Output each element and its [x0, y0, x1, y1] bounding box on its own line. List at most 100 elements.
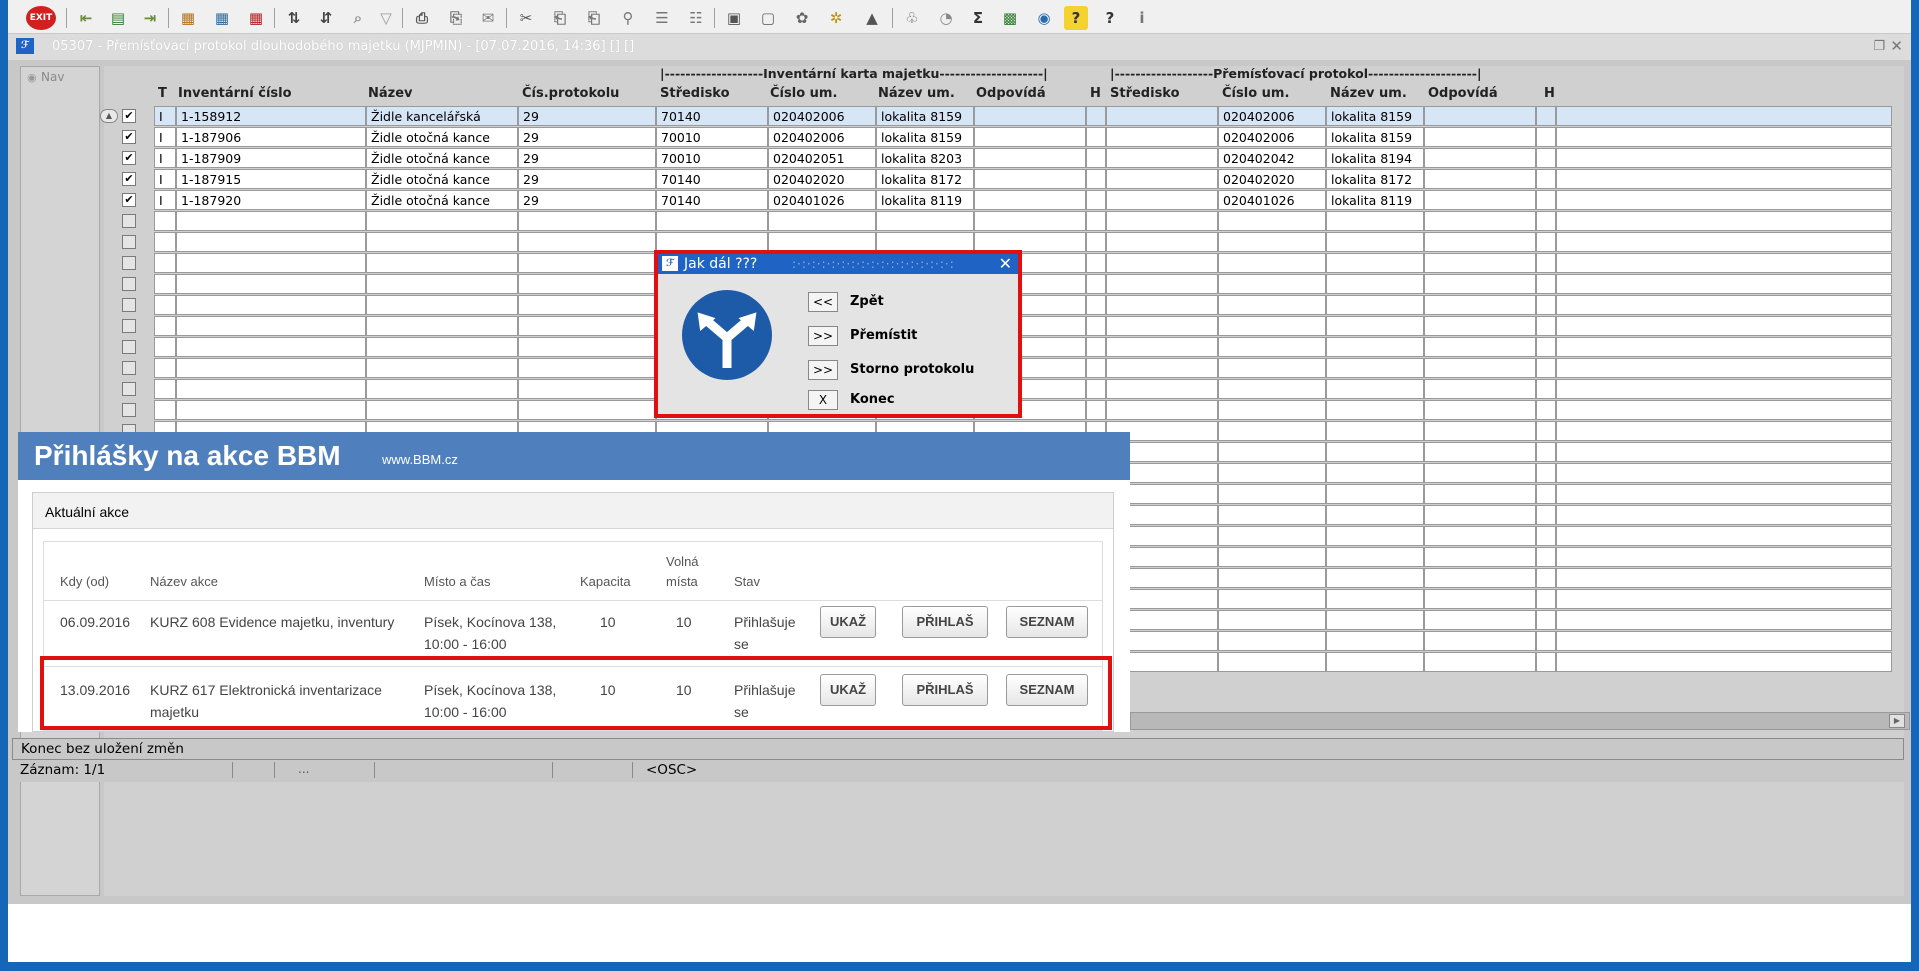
table-cell-newh[interactable]: [1536, 400, 1556, 420]
table-cell-extra[interactable]: [1556, 547, 1892, 567]
table-cell-newh[interactable]: [1536, 652, 1556, 672]
table-cell-newlocname[interactable]: [1326, 610, 1424, 630]
row-checkbox[interactable]: [122, 214, 136, 228]
table-cell-inv[interactable]: 1-187906: [176, 127, 366, 147]
sort-ascending-icon[interactable]: ⇅: [282, 6, 306, 30]
table-cell-inv[interactable]: 1-187915: [176, 169, 366, 189]
table-cell-newlocname[interactable]: [1326, 505, 1424, 525]
table-cell-loc[interactable]: [768, 211, 876, 231]
table-cell-extra[interactable]: [1556, 505, 1892, 525]
signup-event-button[interactable]: PŘIHLAŠ: [902, 606, 988, 638]
sum-icon[interactable]: Σ: [966, 6, 990, 30]
paste-icon[interactable]: ⎗: [582, 6, 606, 30]
table-cell-locname[interactable]: lokalita 8203: [876, 148, 974, 168]
scroll-up-icon[interactable]: ▲: [100, 109, 118, 123]
table-cell-protocol[interactable]: 29: [518, 148, 656, 168]
table-cell-inv[interactable]: 1-187920: [176, 190, 366, 210]
table-cell-loc[interactable]: [768, 232, 876, 252]
end-button[interactable]: X: [808, 390, 838, 410]
dialog-close-icon[interactable]: ✕: [999, 254, 1012, 274]
table-cell-extra[interactable]: [1556, 148, 1892, 168]
table-cell-name[interactable]: [366, 358, 518, 378]
help-topic-icon[interactable]: ?: [1064, 6, 1088, 30]
table-cell-protocol[interactable]: [518, 274, 656, 294]
row-checkbox[interactable]: [122, 298, 136, 312]
table-cell-extra[interactable]: [1556, 295, 1892, 315]
table-cell-newh[interactable]: [1536, 337, 1556, 357]
table-cell-newresp[interactable]: [1424, 358, 1536, 378]
table-cell-newcenter[interactable]: [1106, 211, 1218, 231]
col-header-center[interactable]: Středisko: [660, 86, 730, 101]
table-cell-inv[interactable]: [176, 358, 366, 378]
col-header-new-location-number[interactable]: Číslo um.: [1222, 86, 1289, 101]
table-cell-newresp[interactable]: [1424, 547, 1536, 567]
table-cell-name[interactable]: [366, 295, 518, 315]
table-cell-newh[interactable]: [1536, 232, 1556, 252]
table-cell-newlocname[interactable]: [1326, 568, 1424, 588]
table-cell-protocol[interactable]: 29: [518, 127, 656, 147]
delete-record-icon[interactable]: ▦: [244, 6, 268, 30]
table-cell-extra[interactable]: [1556, 169, 1892, 189]
table-cell-extra[interactable]: [1556, 631, 1892, 651]
row-checkbox[interactable]: [122, 319, 136, 333]
col-header-location-name[interactable]: Název um.: [878, 86, 955, 101]
row-checkbox[interactable]: [122, 403, 136, 417]
table-cell-newloc[interactable]: [1218, 253, 1326, 273]
query-icon[interactable]: ⚲: [616, 6, 640, 30]
row-checkbox[interactable]: ✔: [122, 151, 136, 165]
table-cell-locname[interactable]: lokalita 8119: [876, 190, 974, 210]
table-cell-newloc[interactable]: 020402042: [1218, 148, 1326, 168]
table-cell-newh[interactable]: [1536, 379, 1556, 399]
table-cell-newloc[interactable]: [1218, 400, 1326, 420]
table-cell-protocol[interactable]: [518, 400, 656, 420]
col-header-location-number[interactable]: Číslo um.: [770, 86, 837, 101]
table-cell-inv[interactable]: [176, 211, 366, 231]
table-cell-protocol[interactable]: [518, 379, 656, 399]
table-cell-resp[interactable]: [974, 148, 1086, 168]
table-cell-newloc[interactable]: [1218, 274, 1326, 294]
table-cell-newloc[interactable]: 020402006: [1218, 106, 1326, 126]
show-event-button[interactable]: UKAŽ: [820, 606, 876, 638]
table-cell-type[interactable]: [154, 274, 176, 294]
row-checkbox[interactable]: ✔: [122, 109, 136, 123]
table-cell-resp[interactable]: [974, 211, 1086, 231]
table-cell-newcenter[interactable]: [1106, 148, 1218, 168]
col-header-inventory-number[interactable]: Inventární číslo: [178, 86, 292, 101]
table-cell-protocol[interactable]: [518, 253, 656, 273]
table-cell-newlocname[interactable]: [1326, 295, 1424, 315]
table-cell-newlocname[interactable]: [1326, 589, 1424, 609]
table-cell-h[interactable]: [1086, 127, 1106, 147]
table-cell-newlocname[interactable]: [1326, 274, 1424, 294]
table-cell-newloc[interactable]: [1218, 505, 1326, 525]
duplicate-record-icon[interactable]: ▦: [210, 6, 234, 30]
table-cell-newh[interactable]: [1536, 358, 1556, 378]
table-cell-extra[interactable]: [1556, 337, 1892, 357]
table-cell-newh[interactable]: [1536, 442, 1556, 462]
table-cell-newh[interactable]: [1536, 484, 1556, 504]
table-cell-newlocname[interactable]: [1326, 358, 1424, 378]
table-cell-newh[interactable]: [1536, 568, 1556, 588]
row-checkbox[interactable]: [122, 235, 136, 249]
filter-icon[interactable]: ▽: [374, 6, 398, 30]
table-cell-newh[interactable]: [1536, 421, 1556, 441]
table-cell-newh[interactable]: [1536, 106, 1556, 126]
table-cell-extra[interactable]: [1556, 358, 1892, 378]
table-cell-h[interactable]: [1086, 148, 1106, 168]
hierarchy-icon[interactable]: ♧: [900, 6, 924, 30]
mail-icon[interactable]: ✉: [476, 6, 500, 30]
table-cell-name[interactable]: [366, 274, 518, 294]
table-cell-locname[interactable]: [876, 211, 974, 231]
event-list-button[interactable]: SEZNAM: [1006, 606, 1088, 638]
table-cell-newresp[interactable]: [1424, 379, 1536, 399]
table-cell-newresp[interactable]: [1424, 400, 1536, 420]
table-cell-extra[interactable]: [1556, 442, 1892, 462]
table-cell-inv[interactable]: [176, 316, 366, 336]
table-cell-extra[interactable]: [1556, 274, 1892, 294]
table-cell-newresp[interactable]: [1424, 652, 1536, 672]
exit-icon[interactable]: EXIT: [26, 6, 56, 30]
table-cell-newcenter[interactable]: [1106, 190, 1218, 210]
table-cell-h[interactable]: [1086, 337, 1106, 357]
table-cell-newloc[interactable]: [1218, 589, 1326, 609]
table-cell-name[interactable]: [366, 253, 518, 273]
table-cell-newlocname[interactable]: lokalita 8119: [1326, 190, 1424, 210]
